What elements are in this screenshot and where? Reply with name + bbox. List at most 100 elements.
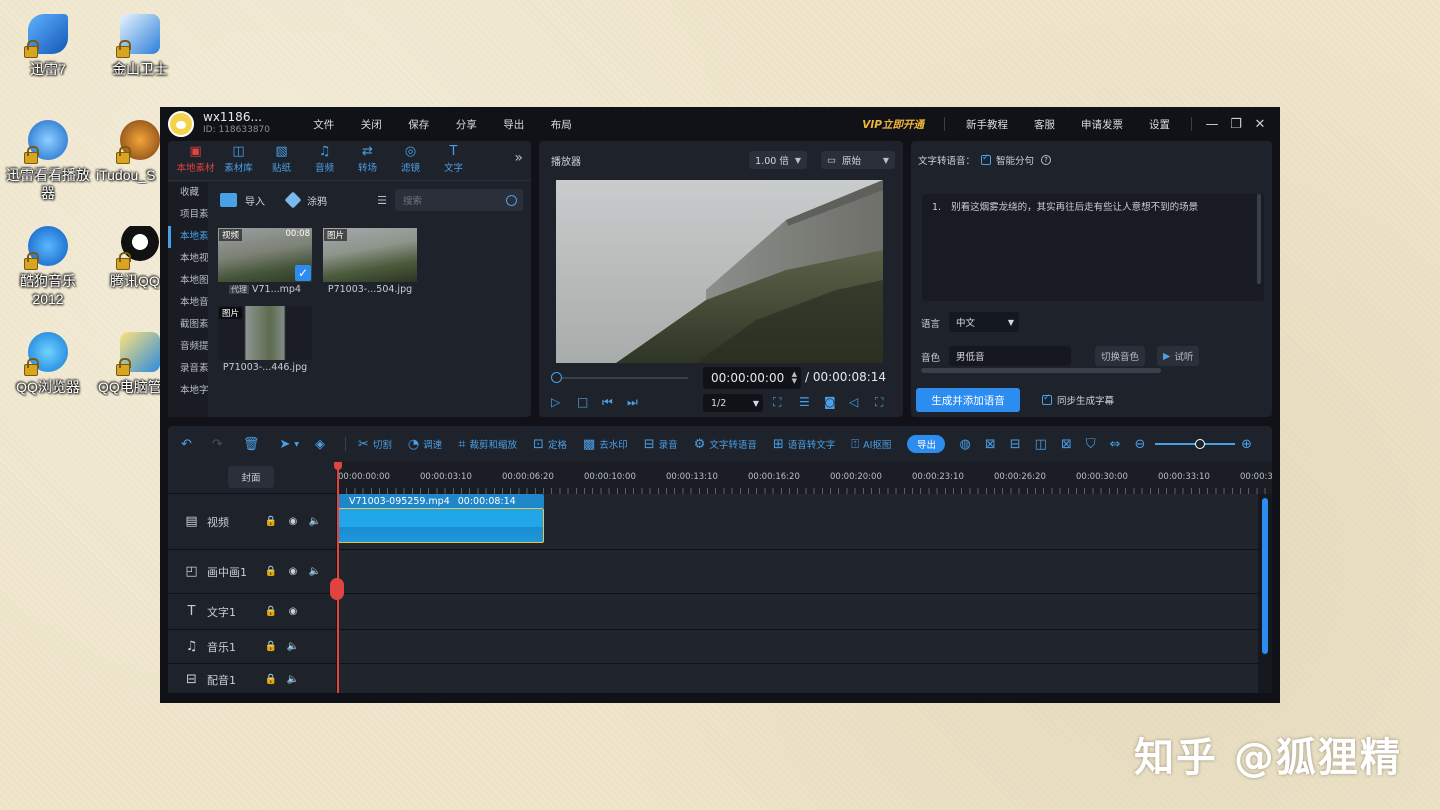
user-info[interactable]: wx1186... ID: 118633870 [203,111,270,137]
fullscreen-icon[interactable]: ⛶ [875,395,883,410]
zoom-knob[interactable] [1195,439,1206,449]
track-header-music[interactable]: ♫ 音乐1 🔒 🔈 [168,630,336,664]
import-button[interactable]: 导入 [220,193,265,208]
eye-icon[interactable]: ◉ [282,516,304,527]
sync-subtitle-checkbox[interactable] [1042,393,1052,405]
split-icon[interactable]: ⊠ [985,437,1000,452]
tab-material-library[interactable]: ◫ 素材库 [217,144,260,180]
mirror-icon[interactable]: ⊠ [1061,437,1076,452]
help-icon[interactable]: ? [1041,155,1052,165]
eye-icon[interactable]: ◉ [282,606,304,617]
sidebar-item-local[interactable]: 本地素 [168,226,208,248]
close-icon[interactable]: ✕ [1248,117,1272,132]
lock-icon[interactable]: 🔒 [260,641,282,652]
snapshot-icon[interactable]: ◙ [824,395,836,409]
record-button[interactable]: ⊟ 录音 [644,437,678,452]
restore-icon[interactable]: ❐ [1224,117,1248,132]
cover-button[interactable]: 封面 [228,466,274,488]
search-input[interactable]: 搜索 [395,189,523,211]
settings-link[interactable]: 设置 [1149,117,1170,132]
desktop-icon-kugou[interactable]: 酷狗音乐2012 [0,226,96,308]
stop-icon[interactable]: □ [577,395,588,409]
freeze-frame-button[interactable]: ⊡ 定格 [533,437,567,452]
volume-icon[interactable]: ◁ [849,395,858,409]
track-header-text[interactable]: T 文字1 🔒 ◉ [168,594,336,630]
prev-frame-icon[interactable]: ⏮ [602,395,613,410]
text-scrollbar[interactable] [1257,194,1261,284]
zoom-slider[interactable] [1155,439,1236,449]
preview-button[interactable]: ▶ 试听 [1157,346,1200,366]
checkmark-icon[interactable]: ✓ [295,265,311,281]
sidebar-item-local-audio[interactable]: 本地音 [168,292,208,314]
progress-track[interactable] [556,377,688,379]
marker-icon[interactable]: ◈ [315,437,329,452]
tab-transition[interactable]: ⇄ 转场 [346,144,389,180]
progress-knob[interactable] [551,372,562,383]
speaker-icon[interactable]: 🔈 [282,674,304,685]
sidebar-item-recording[interactable]: 录音素 [168,358,208,380]
tutorial-link[interactable]: 新手教程 [966,117,1008,132]
lock-icon[interactable]: 🔒 [260,674,282,685]
tab-local-material[interactable]: ▣ 本地素材 [174,144,217,180]
support-link[interactable]: 客服 [1034,117,1055,132]
palette-icon[interactable]: ◍ [959,437,974,452]
more-tabs-icon[interactable]: » [514,150,523,166]
layout-icon[interactable]: ⊟ [1010,437,1025,452]
avatar[interactable] [168,111,194,137]
media-item-image-1[interactable]: 图片 [323,228,417,282]
switch-voice-button[interactable]: 切换音色 [1095,346,1146,366]
tab-audio[interactable]: ♫ 音频 [303,144,346,180]
invoice-link[interactable]: 申请发票 [1081,117,1123,132]
tab-sticker[interactable]: ▧ 贴纸 [260,144,303,180]
sort-icon[interactable]: ☰ [377,194,387,207]
speaker-icon[interactable]: 🔈 [282,641,304,652]
desktop-icon-jinshan[interactable]: 金山卫士 [92,14,188,78]
video-clip[interactable]: V71003-095259.mp4 00:00:08:14 [338,494,544,543]
undo-icon[interactable]: ↶ [181,437,196,452]
sidebar-item-local-image[interactable]: 本地图 [168,270,208,292]
generate-voice-button[interactable]: 生成并添加语音 [916,388,1020,412]
menu-file[interactable]: 文件 [300,117,348,132]
play-icon[interactable]: ▷ [551,395,560,409]
track-header-pip[interactable]: ◰ 画中画1 🔒 ◉ 🔈 [168,550,336,594]
timeline-ruler[interactable]: 00:00:00:00 00:00:03:10 00:00:06:20 00:0… [338,462,1272,494]
speed-dropdown[interactable]: 1.00 倍 ▼ [749,151,807,169]
track-lane-music[interactable] [338,630,1258,664]
zoom-in-icon[interactable]: ⊕ [1241,437,1256,452]
language-dropdown[interactable]: 中文 ▼ [949,312,1019,332]
eye-icon[interactable]: ◉ [282,566,304,577]
doodle-button[interactable]: 涂鸦 [284,191,327,209]
select-icon[interactable]: ➤ ▾ [279,437,299,452]
track-header-dub[interactable]: ⊟ 配音1 🔒 🔈 [168,664,336,693]
speaker-icon[interactable]: 🔈 [304,566,326,577]
sidebar-item-favorites[interactable]: 收藏 [168,182,208,204]
current-time-field[interactable]: 00:00:00:00 ▲ ▼ [703,367,801,389]
playhead-handle[interactable] [334,462,342,470]
delete-icon[interactable]: 🗑 [243,437,264,452]
subtitle-icon[interactable]: ☰ [799,395,810,409]
menu-layout[interactable]: 布局 [538,117,586,132]
menu-share[interactable]: 分享 [443,117,491,132]
sidebar-item-local-video[interactable]: 本地视 [168,248,208,270]
speech-to-text-button[interactable]: ⊞ 语音转文字 [773,437,835,452]
speaker-icon[interactable]: 🔈 [304,516,326,527]
vip-link[interactable]: VIP立即开通 [862,117,924,132]
desktop-icon-xunlei[interactable]: 迅雷7 [0,14,96,78]
redo-icon[interactable]: ↷ [212,437,227,452]
media-item-video[interactable]: 视频 00:08 ✓ [218,228,312,282]
ratio-dropdown[interactable]: ▭ 原始 ▼ [821,151,895,169]
fit-timeline-icon[interactable]: ⇔ [1110,437,1125,452]
lock-icon[interactable]: 🔒 [260,606,282,617]
sidebar-item-local-font[interactable]: 本地字 [168,380,208,402]
menu-close[interactable]: 关闭 [348,117,396,132]
desktop-icon-qqbrowser[interactable]: QQ浏览器 [0,332,96,396]
track-lane-pip[interactable] [338,550,1258,594]
time-stepper-icon[interactable]: ▲ ▼ [792,371,797,385]
tab-text[interactable]: T 文字 [432,144,475,180]
tts-text-area[interactable]: 1. 别看这烟雾龙绕的，其实再往后走有些让人意想不到的场景 [922,194,1264,301]
crop-zoom-button[interactable]: ⌗ 裁剪和缩放 [458,437,517,452]
sidebar-item-audio-extract[interactable]: 音频提 [168,336,208,358]
cut-button[interactable]: ✂ 切割 [358,437,392,452]
timeline-scrollbar[interactable] [1262,498,1268,654]
menu-export[interactable]: 导出 [490,117,538,132]
